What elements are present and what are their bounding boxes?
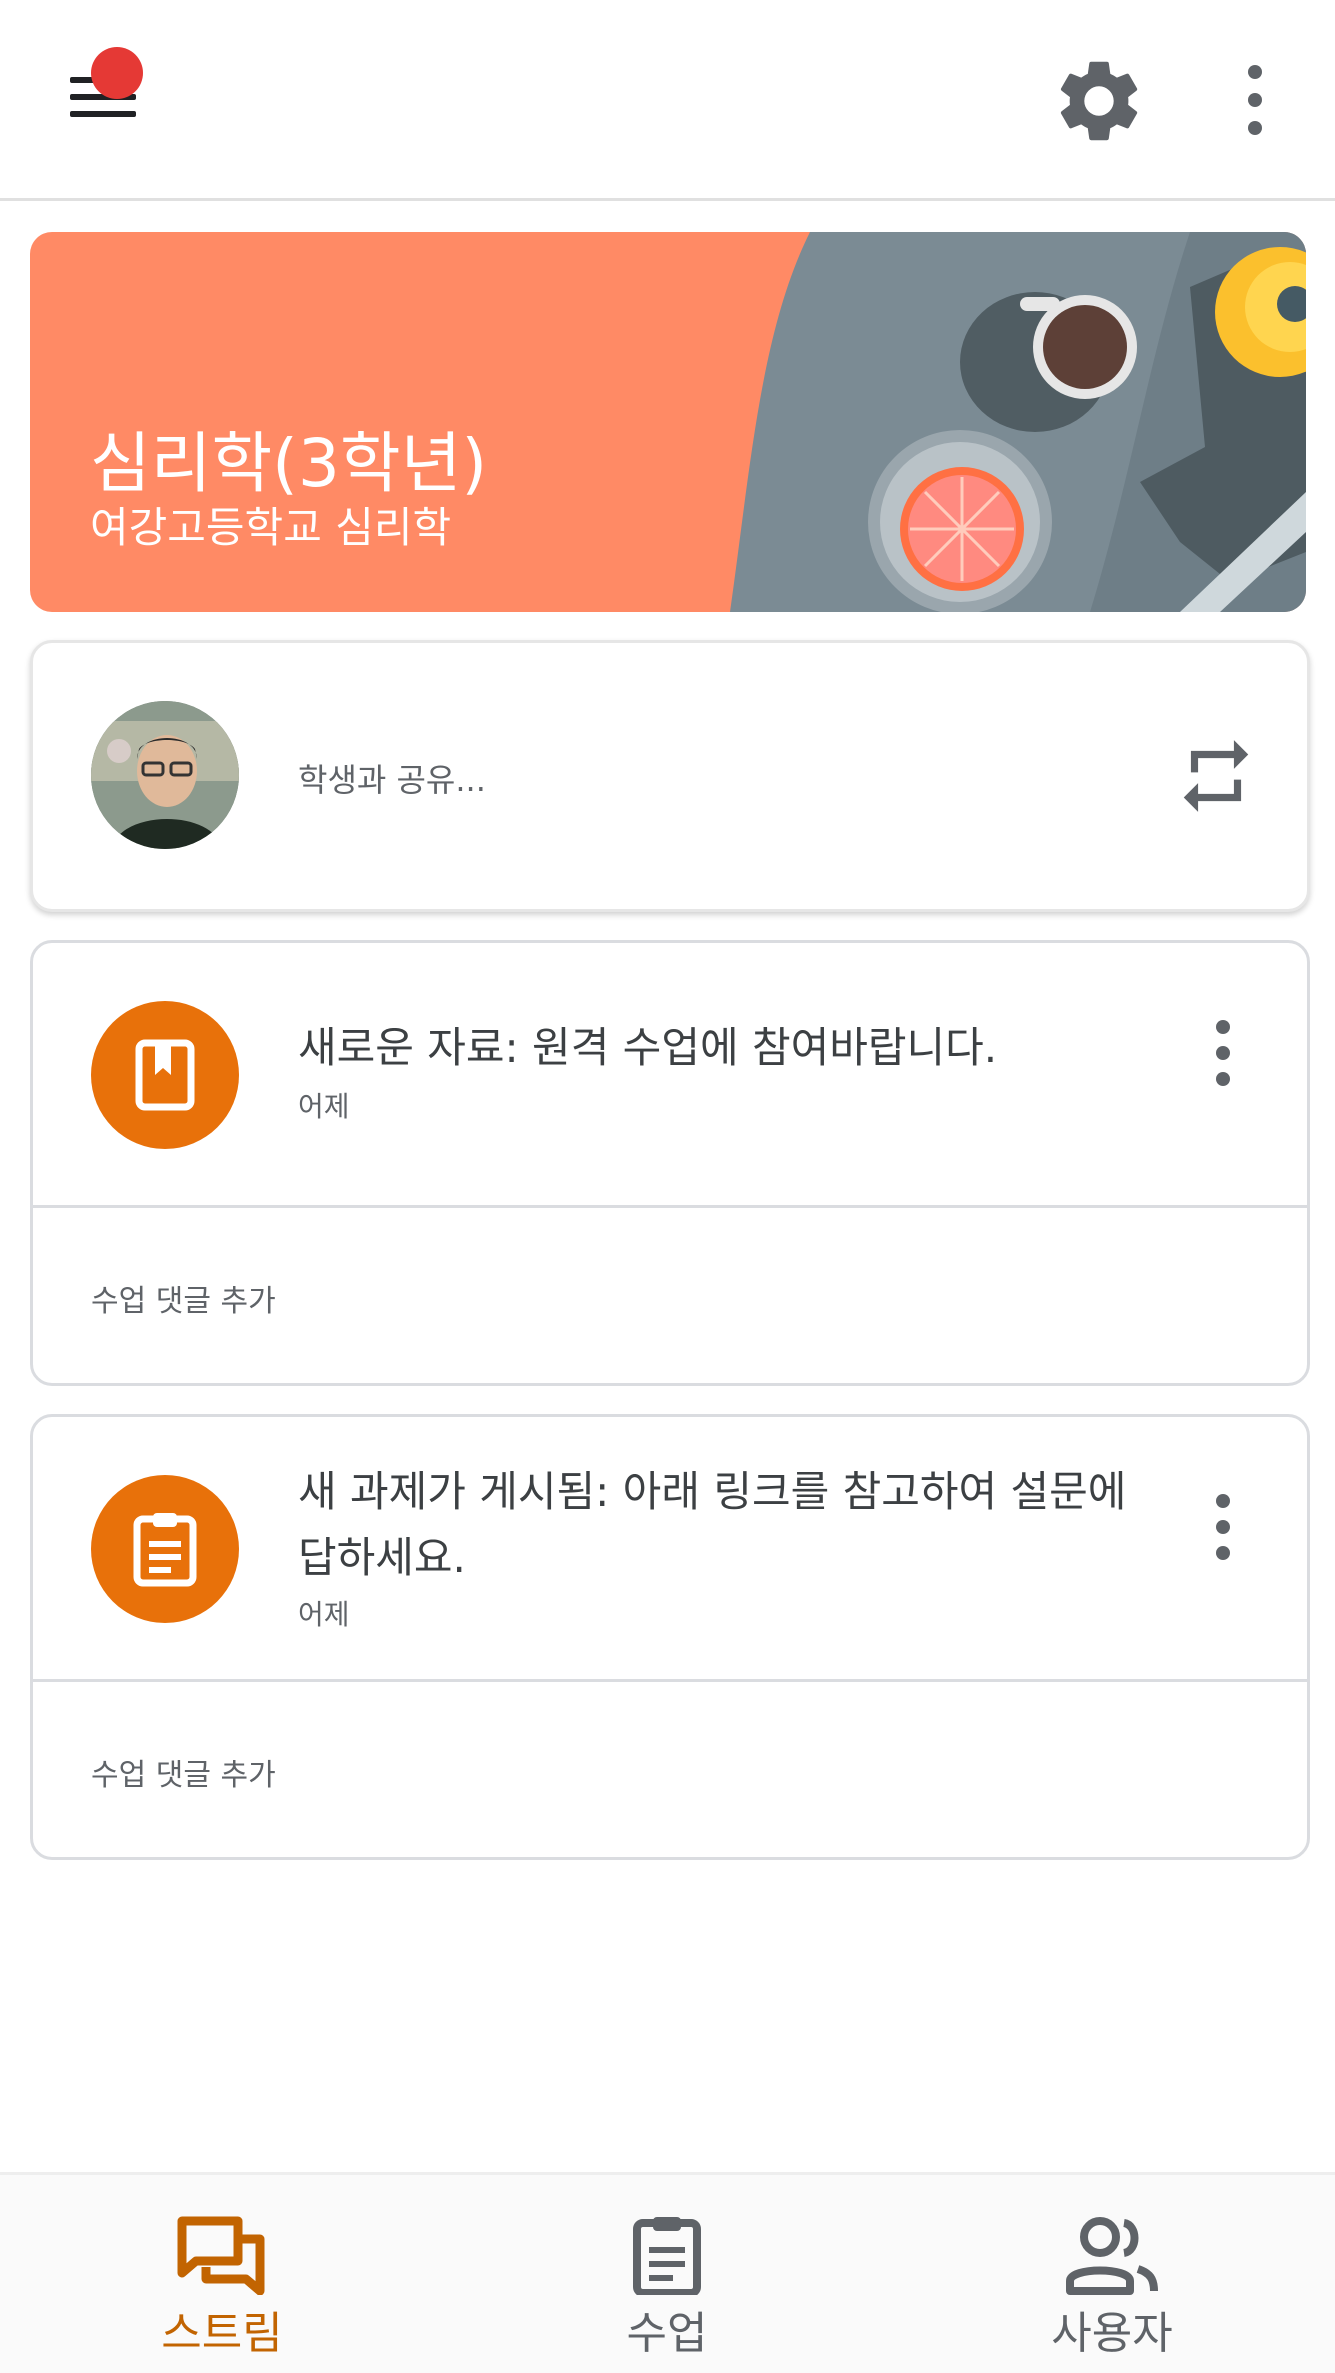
add-class-comment[interactable]: 수업 댓글 추가	[91, 1750, 276, 1794]
top-app-bar	[0, 0, 1335, 201]
post-more-button[interactable]	[1198, 1487, 1248, 1567]
more-options-button[interactable]	[1225, 60, 1285, 140]
share-input[interactable]: 학생과 공유...	[298, 755, 486, 801]
menu-button[interactable]	[60, 47, 150, 145]
more-vert-icon	[1248, 65, 1262, 135]
class-banner[interactable]: 심리학(3학년) 여강고등학교 심리학	[30, 232, 1306, 612]
share-with-class-card[interactable]: 학생과 공유...	[30, 640, 1310, 912]
gear-icon	[1060, 61, 1138, 141]
more-vert-icon	[1216, 1020, 1230, 1086]
nav-label: 사용자	[1051, 2308, 1173, 2359]
bottom-navigation: 스트림 수업 사용자	[0, 2172, 1335, 2373]
repost-icon	[1183, 740, 1249, 812]
menu-icon-bar	[70, 111, 136, 117]
assignment-clipboard-icon	[133, 1513, 197, 1587]
settings-button[interactable]	[1050, 52, 1148, 150]
post-date: 어제	[298, 1090, 350, 1123]
repost-button[interactable]	[1173, 733, 1259, 819]
classwork-icon	[633, 2217, 701, 2295]
stream-post[interactable]: 새로운 자료: 원격 수업에 참여바랍니다. 어제 수업 댓글 추가	[30, 940, 1310, 1386]
divider	[33, 1679, 1307, 1682]
post-title: 새로운 자료: 원격 수업에 참여바랍니다.	[298, 1023, 998, 1072]
user-photo	[91, 701, 239, 849]
stream-icon	[177, 2216, 265, 2295]
nav-label: 스트림	[161, 2308, 283, 2359]
nav-tab-classwork[interactable]: 수업	[517, 2175, 817, 2373]
nav-label: 수업	[626, 2308, 708, 2359]
avatar	[91, 701, 239, 849]
add-class-comment[interactable]: 수업 댓글 추가	[91, 1276, 276, 1320]
post-more-button[interactable]	[1198, 1013, 1248, 1093]
post-icon-badge	[91, 1475, 239, 1623]
class-subtitle: 여강고등학교 심리학	[90, 503, 452, 552]
class-title: 심리학(3학년)	[90, 425, 488, 502]
stream-post[interactable]: 새 과제가 게시됨: 아래 링크를 참고하여 설문에 답하세요. 어제 수업 댓…	[30, 1414, 1310, 1860]
post-icon-badge	[91, 1001, 239, 1149]
post-title: 새 과제가 게시됨: 아래 링크를 참고하여 설문에 답하세요.	[298, 1467, 1127, 1582]
material-book-icon	[135, 1039, 195, 1111]
nav-tab-people[interactable]: 사용자	[962, 2175, 1262, 2373]
divider	[33, 1205, 1307, 1208]
nav-tab-stream[interactable]: 스트림	[72, 2175, 372, 2373]
more-vert-icon	[1216, 1494, 1230, 1560]
people-icon	[1066, 2217, 1158, 2295]
notification-badge	[91, 47, 143, 99]
post-date: 어제	[298, 1598, 350, 1631]
